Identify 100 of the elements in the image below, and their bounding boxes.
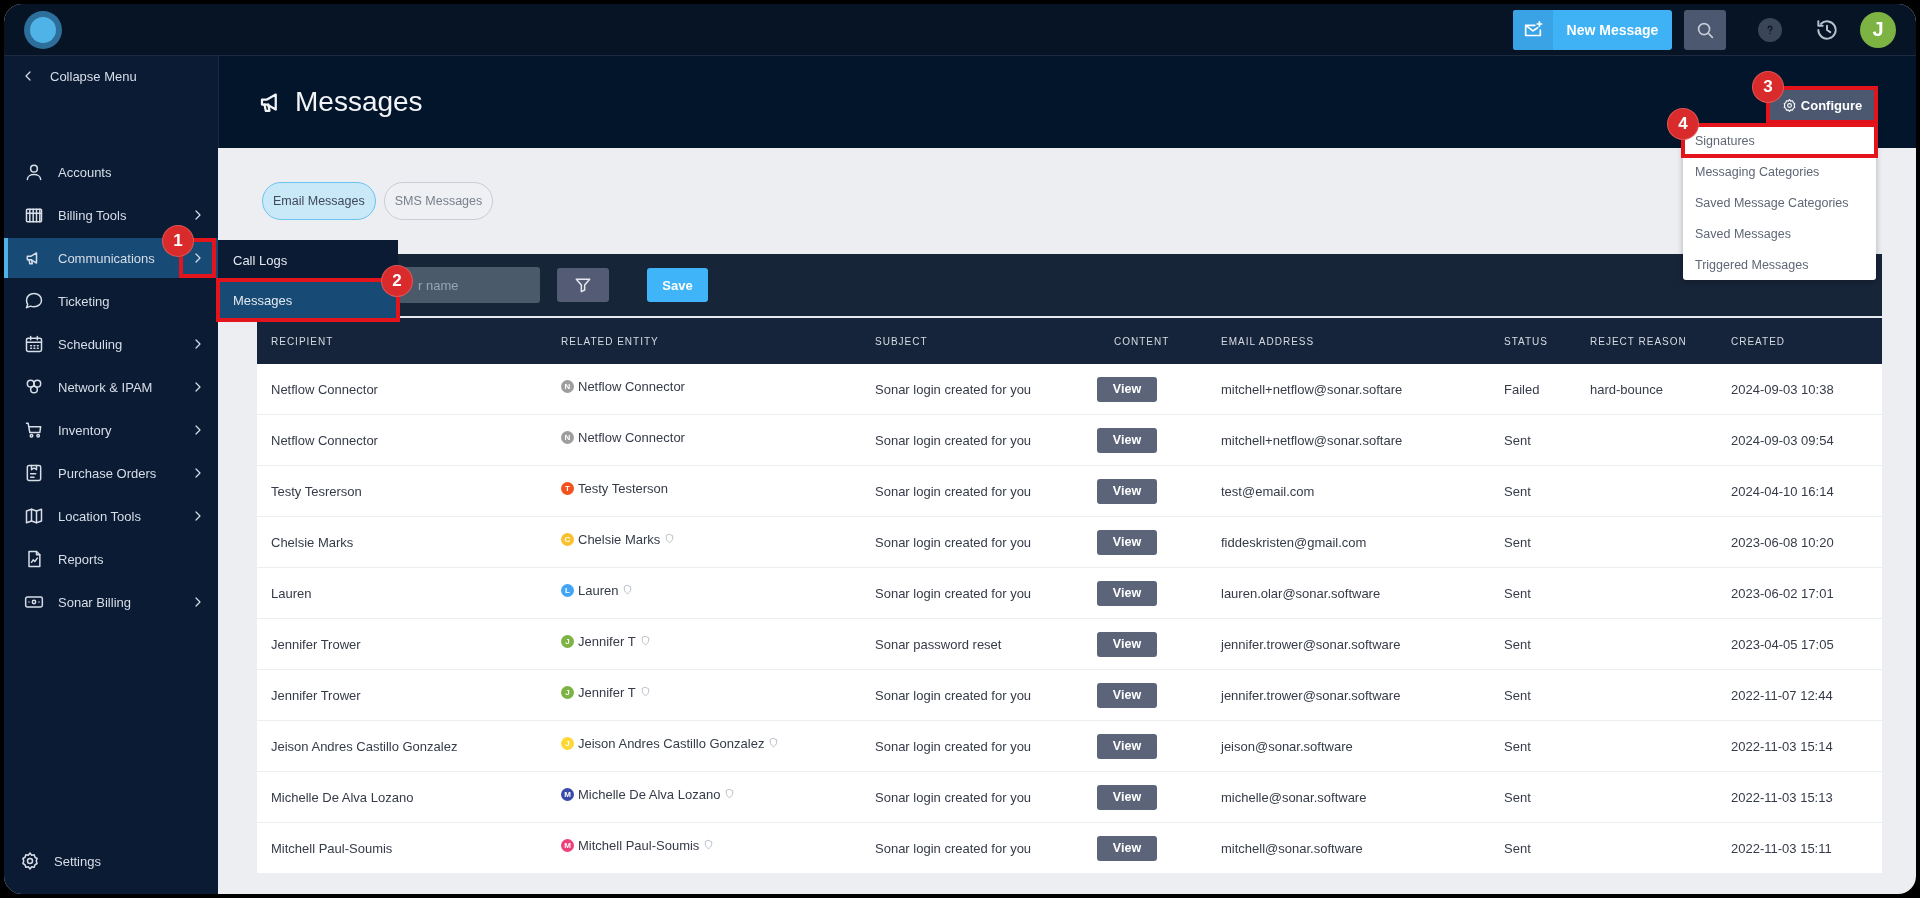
logo-icon[interactable] (24, 10, 62, 49)
table-cell-text: 2024-09-03 10:38 (1730, 380, 1835, 399)
table-cell-text: Sonar login created for you (874, 839, 1033, 858)
view-button[interactable]: View (1097, 682, 1157, 708)
search-button[interactable] (1684, 9, 1726, 50)
table-cell-text: mitchell+netflow@sonar.softare (1220, 380, 1404, 399)
sidebar-item[interactable]: Network & IPAM (4, 367, 218, 407)
sidebar-item[interactable]: Sonar Billing (4, 582, 218, 622)
table-cell-text: lauren.olar@sonar.software (1220, 584, 1382, 603)
table-cell-text: Sent (1503, 533, 1532, 552)
table-cell-text: mitchell+netflow@sonar.softare (1220, 431, 1404, 450)
table-cell-text: Sonar login created for you (874, 380, 1033, 399)
entity-avatar: J (561, 736, 574, 750)
table-cell-text: Mitchell Paul-Soumis (270, 839, 394, 858)
view-button[interactable]: View (1097, 580, 1157, 606)
filter-icon (573, 275, 593, 295)
sidebar-item[interactable]: Scheduling (4, 324, 218, 364)
collapse-menu-button[interactable]: Collapse Menu (4, 57, 218, 95)
shield-icon (768, 737, 780, 748)
entity-avatar: N (561, 379, 574, 393)
settings-icon (20, 851, 40, 871)
table-cell-text: 2024-04-10 16:14 (1730, 482, 1835, 501)
table-cell-text: Lauren (270, 584, 313, 603)
table-cell-text: Michelle De Alva Lozano (270, 788, 415, 807)
table-cell-text: Sonar login created for you (874, 686, 1033, 705)
entity-link[interactable]: Jennifer T (578, 633, 636, 649)
shield-icon (639, 635, 651, 646)
chat-bubble-icon (24, 291, 44, 311)
view-button[interactable]: View (1097, 376, 1157, 402)
table-cell-text: jennifer.trower@sonar.software (1219, 686, 1402, 705)
table-cell-text: fiddeskristen@gmail.com (1220, 533, 1368, 552)
view-button[interactable]: View (1097, 529, 1157, 555)
sidebar-item[interactable]: Reports (4, 539, 218, 579)
settings-button[interactable]: Settings (4, 842, 218, 880)
entity-link[interactable]: Lauren (578, 582, 619, 598)
table-cell-text: Sent (1503, 788, 1532, 807)
network-icon (24, 377, 44, 397)
tab[interactable]: SMS Messages (383, 182, 494, 220)
clipboard-icon (24, 463, 44, 483)
entity-link[interactable]: Mitchell Paul-Soumis (578, 837, 700, 853)
tab[interactable]: Email Messages (262, 182, 376, 220)
step-number-badge: 3 (1752, 71, 1784, 103)
entity-avatar: T (561, 481, 574, 495)
entity-avatar: L (561, 583, 574, 597)
menu-item[interactable]: Triggered Messages (1683, 249, 1876, 280)
table-cell-text: michelle@sonar.software (1220, 788, 1368, 807)
sidebar-item[interactable]: Ticketing (4, 281, 218, 321)
person-icon (24, 162, 44, 182)
view-button[interactable]: View (1097, 733, 1157, 759)
entity-link[interactable]: Michelle De Alva Lozano (578, 786, 721, 802)
entity-link[interactable]: Chelsie Marks (578, 531, 661, 547)
entity-link[interactable]: Jeison Andres Castillo Gonzalez (578, 735, 765, 751)
table-cell-text: hard-bounce (1589, 380, 1664, 399)
page-title: Messages (295, 86, 423, 118)
sidebar-item[interactable]: Purchase Orders (4, 453, 218, 493)
entity-avatar: C (561, 532, 574, 546)
view-button[interactable]: View (1097, 784, 1157, 810)
entity-avatar: J (561, 685, 574, 699)
table-cell-text: Sent (1503, 737, 1532, 756)
table-cell-text: Sonar login created for you (874, 482, 1033, 501)
entity-link[interactable]: Testy Testerson (578, 480, 669, 496)
table-cell-text: Sent (1503, 839, 1532, 858)
table-cell-text: 2022-11-03 15:14 (1730, 737, 1834, 756)
table-cell-text: Sent (1503, 635, 1532, 654)
abacus-icon (24, 205, 44, 225)
sidebar-item[interactable]: Accounts (4, 152, 218, 192)
cart-icon (24, 420, 44, 440)
entity-link[interactable]: Netflow Connector (578, 429, 685, 445)
table-cell-text: Chelsie Marks (270, 533, 355, 552)
table-cell-text: 2023-06-02 17:01 (1730, 584, 1835, 603)
table-cell-text: Failed (1503, 380, 1541, 399)
view-button[interactable]: View (1097, 631, 1157, 657)
table-cell-text: Sonar login created for you (874, 737, 1033, 756)
table-cell-text: Sonar login created for you (874, 533, 1033, 552)
table-cell-text: 2023-04-05 17:05 (1730, 635, 1835, 654)
table-cell-text: 2023-06-08 10:20 (1730, 533, 1835, 552)
table-cell-text: 2022-11-03 15:13 (1730, 788, 1834, 807)
sidebar-item[interactable]: Inventory (4, 410, 218, 450)
calendar-icon (24, 334, 44, 354)
map-icon (24, 506, 44, 526)
entity-link[interactable]: Jennifer T (578, 684, 636, 700)
entity-link[interactable]: Netflow Connector (578, 378, 685, 394)
menu-item[interactable]: Messaging Categories (1683, 156, 1876, 187)
table-cell-text: Sent (1503, 431, 1532, 450)
view-button[interactable]: View (1097, 835, 1157, 861)
menu-item[interactable]: Saved Messages (1683, 218, 1876, 249)
menu-item[interactable]: Saved Message Categories (1683, 187, 1876, 218)
table-cell-text: Jennifer Trower (270, 635, 362, 654)
filter-button[interactable] (557, 268, 609, 302)
table-cell-text: test@email.com (1220, 482, 1316, 501)
table-cell-text: Jennifer Trower (270, 686, 362, 705)
entity-avatar: M (561, 838, 574, 852)
sidebar-item[interactable]: Location Tools (4, 496, 218, 536)
view-button[interactable]: View (1097, 478, 1157, 504)
table-cell-text: Testy Tesrerson (270, 482, 363, 501)
shield-icon (639, 686, 651, 697)
table-cell-text: 2024-09-03 09:54 (1730, 431, 1835, 450)
table-cell-text: Sent (1503, 584, 1532, 603)
table-cell-text: Sent (1503, 482, 1532, 501)
view-button[interactable]: View (1097, 427, 1157, 453)
